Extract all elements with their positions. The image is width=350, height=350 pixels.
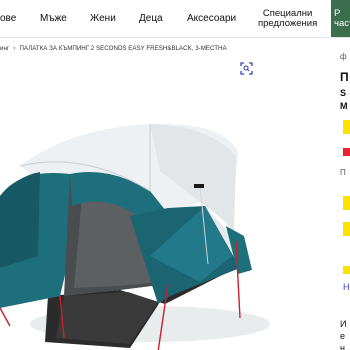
size-guide-link[interactable]: Н — [343, 282, 350, 292]
product-title-line2: S — [340, 88, 347, 98]
nav-item-men[interactable]: Мъже — [40, 0, 67, 37]
info-line-3: н — [340, 343, 345, 350]
nav-item-kids[interactable]: Деца — [139, 0, 163, 37]
nav-cta-line2: частн — [334, 17, 350, 29]
product-title-line3: М — [340, 101, 348, 111]
product-image-tent[interactable] — [0, 56, 332, 350]
top-navigation: ове Мъже Жени Деца Аксесоари Специални п… — [0, 0, 350, 38]
variant-highlight — [343, 196, 350, 210]
info-line-1: И — [340, 319, 347, 329]
variant-highlight-3 — [343, 266, 350, 274]
nav-cta-line1: Р — [334, 7, 341, 19]
tent-left-teal-shade — [0, 172, 40, 268]
product-title-line1: П — [340, 70, 349, 84]
breadcrumb-item-parent[interactable]: инг — [0, 45, 9, 52]
breadcrumb-item-current: ПАЛАТКА ЗА КЪМПИНГ 2 SECONDS EASY FRESH&… — [19, 44, 227, 52]
nav-special-line2: предложения — [258, 17, 318, 29]
nav-item-women[interactable]: Жени — [90, 0, 116, 37]
promo-badge — [343, 148, 350, 156]
breadcrumb: инг › ПАЛАТКА ЗА КЪМПИНГ 2 SECONDS EASY … — [0, 43, 227, 53]
product-brand-partial: ф — [340, 52, 347, 61]
info-line-2: е — [340, 331, 346, 341]
price-badge — [343, 120, 350, 134]
guy-line-far-left — [0, 307, 11, 327]
nav-item-special-offers[interactable]: Специални предложения — [258, 0, 317, 37]
product-info-column: ф П S М П Н И е н — [340, 38, 350, 350]
nav-special-line1: Специални — [262, 7, 313, 19]
price-label: П — [340, 168, 346, 177]
variant-highlight-2 — [343, 222, 350, 236]
nav-cta-button[interactable]: Р частн — [331, 0, 350, 37]
tent-vent — [194, 184, 204, 188]
chevron-right-icon: › — [13, 44, 16, 52]
nav-item-accessories[interactable]: Аксесоари — [187, 0, 236, 37]
expand-icon[interactable] — [240, 62, 253, 75]
nav-item-partial[interactable]: ове — [0, 0, 16, 37]
